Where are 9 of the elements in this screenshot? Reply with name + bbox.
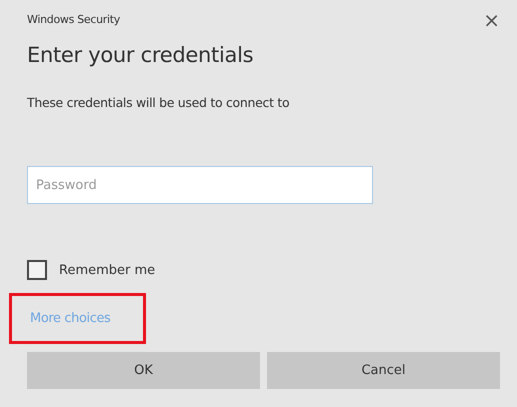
ok-button[interactable]: OK bbox=[27, 352, 260, 390]
remember-label: Remember me bbox=[59, 262, 156, 280]
dialog-heading: Enter your credentials bbox=[27, 42, 254, 69]
message-text: These credentials will be used to connect to bbox=[27, 94, 290, 112]
cancel-button[interactable]: Cancel bbox=[267, 352, 500, 390]
window-title: Windows Security bbox=[27, 12, 120, 28]
password-field[interactable]: Password bbox=[27, 166, 373, 204]
remember-checkbox[interactable] bbox=[27, 260, 47, 280]
close-button[interactable]: × bbox=[483, 10, 500, 30]
